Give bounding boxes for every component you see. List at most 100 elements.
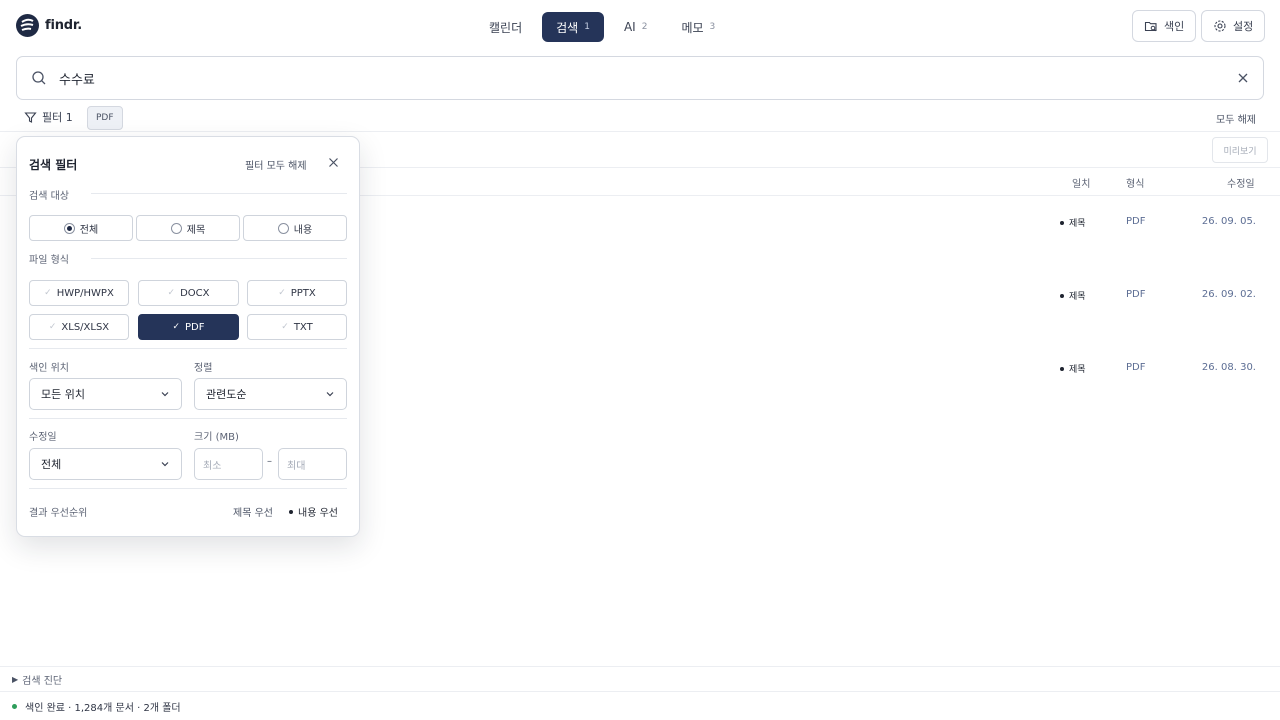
placeholder: 최대 [287,460,306,472]
format-label: DOCX [180,287,210,299]
search-icon [32,71,46,85]
index-label: 색인 [1164,20,1185,33]
column-header-match[interactable]: 일치 [1072,175,1090,190]
format-hwp[interactable]: ✓ HWP/HWPX [29,280,129,306]
select-value: 관련도순 [206,388,247,401]
tab-label: 캘린더 [489,20,523,35]
filter-bar [0,104,1280,132]
check-icon: ✓ [44,288,52,298]
format-label: HWP/HWPX [56,287,114,299]
app-name: findr. [45,18,82,33]
result-match: 제목 [1060,216,1086,229]
triangle-right-icon: ▶ [12,674,19,684]
result-type: PDF [1126,216,1146,227]
size-label: 크기 (MB) [194,432,239,443]
filter-toggle-button[interactable]: 필터 1 [24,109,73,125]
priority-title-option[interactable]: 제목 우선 [233,504,273,519]
radio-icon [63,222,75,234]
app-logo[interactable]: findr. [16,14,82,37]
match-dot [1060,293,1064,298]
index-location-select[interactable]: 모든 위치 [29,378,182,410]
target-option-all[interactable]: 전체 [29,215,133,241]
format-pptx[interactable]: ✓ PPTX [247,280,347,306]
format-xls[interactable]: ✓ XLS/XLSX [29,314,129,340]
sort-select[interactable]: 관련도순 [194,378,347,410]
check-icon: ✓ [281,322,289,332]
divider [91,193,347,194]
chevron-down-icon [326,392,334,397]
status-dot-icon [12,704,17,709]
placeholder: 최소 [203,460,222,472]
radio-icon [170,222,182,234]
result-date: 26. 09. 05. [1201,216,1256,227]
status-bar: 색인 완료 · 1,284개 문서 · 2개 폴더 [12,699,181,714]
close-icon[interactable] [328,157,339,168]
gear-icon [1214,20,1226,32]
format-pdf[interactable]: ✓ PDF [138,314,239,340]
settings-label: 설정 [1233,20,1254,33]
result-type: PDF [1126,362,1146,373]
tab-memo[interactable]: 메모 3 [667,12,729,42]
folder-search-icon [1144,21,1157,32]
tab-shortcut: 2 [641,22,648,32]
modified-select[interactable]: 전체 [29,448,182,480]
option-label: 전체 [79,224,99,236]
format-label: PDF [185,321,205,333]
reset-filters-link[interactable]: 필터 모두 해제 [245,157,307,172]
divider [29,348,347,349]
clear-search-icon[interactable] [1237,72,1249,84]
tab-label: AI [623,20,636,34]
logo-icon [16,14,39,37]
priority-content-option[interactable]: 내용 우선 [289,504,338,519]
chevron-down-icon [161,392,169,397]
index-location-label: 색인 위치 [29,363,69,374]
radio-icon [277,222,289,234]
column-header-modified[interactable]: 수정일 [1227,175,1255,190]
priority-label: 결과 우선순위 [29,508,88,519]
tab-ai[interactable]: AI 2 [610,12,661,42]
option-label: 내용 [293,224,313,236]
index-button[interactable]: 색인 [1132,10,1197,42]
chevron-down-icon [161,462,169,467]
modified-label: 수정일 [29,432,57,443]
result-match: 제목 [1060,362,1086,375]
size-min-input[interactable]: 최소 [194,448,263,480]
check-icon: ✓ [167,288,176,298]
match-label: 제목 [1069,292,1086,302]
format-label: TXT [293,321,313,333]
tab-label: 메모 [681,20,704,35]
diagnostics-toggle[interactable]: ▶ 검색 진단 [0,666,1280,692]
status-text: 색인 완료 · 1,284개 문서 · 2개 폴더 [25,703,181,714]
settings-button[interactable]: 설정 [1201,10,1266,42]
filter-toggle-label: 필터 1 [42,111,73,124]
search-filter-panel: 검색 필터 필터 모두 해제 검색 대상 전체 제목 내용 파일 형식 ✓ HWP… [16,136,360,537]
tab-label: 검색 [556,20,579,35]
search-target-label: 검색 대상 [29,191,69,202]
diagnostics-label: 검색 진단 [22,675,63,687]
select-value: 모든 위치 [41,388,85,401]
column-header-type[interactable]: 형식 [1126,175,1144,190]
format-txt[interactable]: ✓ TXT [247,314,347,340]
tab-shortcut: 3 [709,22,716,32]
active-filter-chip[interactable]: PDF [87,106,123,130]
main-nav: 캘린더 검색 1 AI 2 메모 3 [475,12,729,42]
search-input[interactable]: 수수료 [59,69,1237,88]
option-label: 내용 우선 [298,508,338,519]
result-type: PDF [1126,289,1146,300]
tab-calendar[interactable]: 캘린더 [475,12,536,42]
target-option-title[interactable]: 제목 [136,215,240,241]
target-option-content[interactable]: 내용 [243,215,347,241]
range-separator: – [267,456,272,467]
divider [91,258,347,259]
divider [29,418,347,419]
funnel-icon [24,111,37,123]
size-max-input[interactable]: 최대 [278,448,347,480]
result-match: 제목 [1060,289,1086,302]
preview-button[interactable]: 미리보기 [1212,137,1268,163]
clear-all-filters[interactable]: 모두 해제 [1216,111,1256,126]
format-docx[interactable]: ✓ DOCX [138,280,239,306]
format-label: XLS/XLSX [61,321,110,333]
search-box[interactable]: 수수료 [16,56,1264,100]
tab-search[interactable]: 검색 1 [542,12,604,42]
result-date: 26. 09. 02. [1201,289,1256,300]
